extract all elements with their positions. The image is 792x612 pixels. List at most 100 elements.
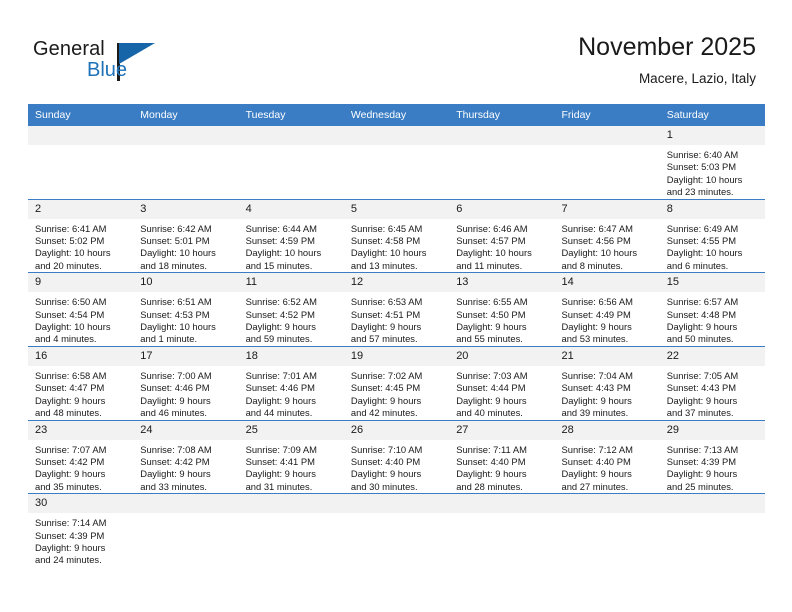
calendar-day-cell[interactable]: 19 Sunrise: 7:02 AM Sunset: 4:45 PM Dayligh… (343, 345, 450, 420)
calendar-day-cell[interactable]: 2 Sunrise: 6:41 AM Sunset: 5:02 PM Daylight… (28, 198, 134, 273)
calendar-day-cell[interactable]: 12 Sunrise: 6:53 AM Sunset: 4:51 PM Dayligh… (343, 272, 450, 347)
calendar-day-cell[interactable]: 3 Sunrise: 6:42 AM Sunset: 5:01 PM Daylight… (133, 198, 239, 273)
day-detail-line: Daylight: 9 hours (35, 541, 106, 553)
day-detail-line: Daylight: 10 hours (350, 247, 427, 259)
calendar-day-cell[interactable]: 25 Sunrise: 7:09 AM Sunset: 4:41 PM Dayligh… (238, 419, 344, 494)
weekday-header-tuesday: Tuesday (238, 104, 344, 126)
calendar-cell-empty (554, 126, 660, 200)
day-detail-line: Sunrise: 7:02 AM (350, 369, 423, 381)
day-details: Sunrise: 7:10 AM Sunset: 4:40 PM Daylight:… (344, 440, 449, 494)
logo-word-general: General (33, 38, 105, 60)
calendar-week-row: 1 Sunrise: 6:40 AM Sunset: 5:03 PM Daylight… (28, 126, 766, 200)
calendar-grid: Sunday Monday Tuesday Wednesday Thursday Frid… (28, 104, 766, 567)
day-number: 11 (238, 273, 344, 293)
day-detail-line: Daylight: 9 hours (666, 468, 738, 480)
calendar-day-cell[interactable]: 7 Sunrise: 6:47 AM Sunset: 4:56 PM Daylight… (554, 198, 660, 273)
day-detail-line: Daylight: 9 hours (245, 468, 316, 480)
day-number: 6 (449, 199, 555, 219)
calendar-day-cell[interactable]: 6 Sunrise: 6:46 AM Sunset: 4:57 PM Daylight… (449, 198, 555, 273)
calendar-day-cell[interactable]: 30 Sunrise: 7:14 AM Sunset: 4:39 PM Dayligh… (28, 493, 134, 567)
calendar-day-cell[interactable]: 27 Sunrise: 7:11 AM Sunset: 4:40 PM Dayligh… (449, 419, 555, 494)
calendar-day-cell[interactable]: 9 Sunrise: 6:50 AM Sunset: 4:54 PM Daylight… (28, 272, 134, 347)
day-number: 18 (238, 346, 344, 366)
day-detail-line: Sunrise: 6:42 AM (140, 222, 212, 234)
calendar-day-cell[interactable]: 13 Sunrise: 6:55 AM Sunset: 4:50 PM Dayligh… (449, 272, 555, 347)
day-number: 25 (238, 420, 344, 440)
day-details: Sunrise: 6:42 AM Sunset: 5:01 PM Daylight:… (133, 219, 238, 273)
calendar-day-cell[interactable]: 10 Sunrise: 6:51 AM Sunset: 4:53 PM Dayligh… (133, 272, 239, 347)
day-detail-line: and 25 minutes. (666, 480, 734, 492)
day-detail-line: Daylight: 9 hours (561, 394, 632, 406)
day-number: 1 (659, 126, 766, 145)
calendar-day-cell[interactable]: 11 Sunrise: 6:52 AM Sunset: 4:52 PM Dayligh… (238, 272, 344, 347)
calendar-day-cell[interactable]: 23 Sunrise: 7:07 AM Sunset: 4:42 PM Dayligh… (28, 419, 134, 494)
day-detail-line: Sunrise: 6:40 AM (666, 149, 739, 160)
day-detail-line: Sunrise: 6:49 AM (666, 222, 739, 234)
day-detail-line: Daylight: 9 hours (350, 468, 422, 480)
day-detail-line: Sunrise: 7:07 AM (35, 443, 107, 455)
day-detail-line: Sunset: 4:52 PM (245, 308, 315, 320)
day-details: Sunrise: 6:40 AM Sunset: 5:03 PM Daylight:… (660, 145, 765, 199)
calendar-day-cell[interactable]: 24 Sunrise: 7:08 AM Sunset: 4:42 PM Dayligh… (133, 419, 239, 494)
calendar-week-row: 16 Sunrise: 6:58 AM Sunset: 4:47 PM Dayligh… (28, 345, 766, 420)
day-detail-line: and 33 minutes. (140, 480, 208, 492)
day-details: Sunrise: 6:47 AM Sunset: 4:56 PM Daylight:… (554, 219, 659, 273)
day-number: 3 (133, 199, 239, 219)
day-detail-line: Sunset: 4:55 PM (666, 235, 737, 247)
day-detail-line: Sunset: 4:47 PM (35, 382, 105, 394)
day-detail-line: Daylight: 10 hours (35, 321, 111, 333)
day-details (239, 145, 344, 149)
day-number: 13 (449, 273, 555, 293)
day-detail-line: and 11 minutes. (456, 259, 523, 271)
day-detail-line: Daylight: 9 hours (456, 468, 527, 480)
calendar-day-cell[interactable]: 5 Sunrise: 6:45 AM Sunset: 4:58 PM Daylight… (343, 198, 450, 273)
calendar-cell-empty (449, 493, 555, 567)
calendar-day-cell[interactable]: 4 Sunrise: 6:44 AM Sunset: 4:59 PM Daylight… (238, 198, 344, 273)
day-detail-line: Sunset: 4:48 PM (666, 308, 737, 320)
calendar-day-cell[interactable]: 1 Sunrise: 6:40 AM Sunset: 5:03 PM Daylight… (659, 126, 766, 200)
day-detail-line: Daylight: 10 hours (140, 247, 216, 259)
day-detail-line: and 18 minutes. (140, 259, 208, 271)
day-details (133, 145, 238, 149)
calendar-cell-empty (133, 126, 239, 200)
calendar-day-cell[interactable]: 17 Sunrise: 7:00 AM Sunset: 4:46 PM Dayligh… (133, 345, 239, 420)
day-detail-line: Daylight: 9 hours (456, 321, 527, 333)
calendar-day-cell[interactable]: 16 Sunrise: 6:58 AM Sunset: 4:47 PM Dayligh… (28, 345, 134, 420)
calendar-day-cell[interactable]: 14 Sunrise: 6:56 AM Sunset: 4:49 PM Dayligh… (554, 272, 660, 347)
calendar-day-cell[interactable]: 29 Sunrise: 7:13 AM Sunset: 4:39 PM Dayligh… (659, 419, 766, 494)
day-detail-line: Sunrise: 7:01 AM (245, 369, 317, 381)
weekday-header-saturday: Saturday (659, 104, 766, 126)
calendar-week-row: 2 Sunrise: 6:41 AM Sunset: 5:02 PM Daylight… (28, 198, 766, 273)
day-detail-line: Daylight: 9 hours (140, 394, 211, 406)
day-detail-line: and 23 minutes. (666, 186, 734, 198)
day-number: 15 (659, 273, 766, 293)
calendar-day-cell[interactable]: 22 Sunrise: 7:05 AM Sunset: 4:43 PM Dayligh… (659, 345, 766, 420)
day-detail-line: Sunset: 4:43 PM (666, 382, 737, 394)
calendar-day-cell[interactable]: 15 Sunrise: 6:57 AM Sunset: 4:48 PM Dayligh… (659, 272, 766, 347)
day-number (133, 126, 239, 145)
calendar-day-cell[interactable]: 21 Sunrise: 7:04 AM Sunset: 4:43 PM Dayligh… (554, 345, 660, 420)
day-detail-line: Sunrise: 6:55 AM (456, 296, 528, 308)
calendar-day-cell[interactable]: 18 Sunrise: 7:01 AM Sunset: 4:46 PM Dayligh… (238, 345, 344, 420)
day-detail-line: Sunrise: 7:11 AM (456, 443, 527, 455)
day-detail-line: and 4 minutes. (35, 333, 97, 345)
day-detail-line: Sunrise: 7:08 AM (140, 443, 212, 455)
day-detail-line: Daylight: 9 hours (666, 321, 738, 333)
day-detail-line: and 50 minutes. (666, 333, 734, 345)
calendar-day-cell[interactable]: 26 Sunrise: 7:10 AM Sunset: 4:40 PM Dayligh… (343, 419, 450, 494)
day-detail-line: Daylight: 9 hours (456, 394, 527, 406)
day-detail-line: Daylight: 10 hours (456, 247, 532, 259)
day-details (554, 513, 659, 517)
day-detail-line: Sunset: 4:44 PM (456, 382, 526, 394)
calendar-day-cell[interactable]: 28 Sunrise: 7:12 AM Sunset: 4:40 PM Dayligh… (554, 419, 660, 494)
day-detail-line: Daylight: 9 hours (350, 394, 422, 406)
day-details: Sunrise: 6:52 AM Sunset: 4:52 PM Daylight:… (239, 292, 344, 346)
day-detail-line: Sunset: 4:49 PM (561, 308, 631, 320)
day-detail-line: Sunrise: 7:10 AM (350, 443, 423, 455)
calendar-day-cell[interactable]: 8 Sunrise: 6:49 AM Sunset: 4:55 PM Daylight… (659, 198, 766, 273)
page-title: November 2025 (578, 33, 756, 61)
day-details: Sunrise: 7:08 AM Sunset: 4:42 PM Daylight:… (133, 440, 238, 494)
calendar-day-cell[interactable]: 20 Sunrise: 7:03 AM Sunset: 4:44 PM Dayligh… (449, 345, 555, 420)
day-details: Sunrise: 6:53 AM Sunset: 4:51 PM Daylight:… (344, 292, 449, 346)
day-number: 21 (554, 346, 660, 366)
